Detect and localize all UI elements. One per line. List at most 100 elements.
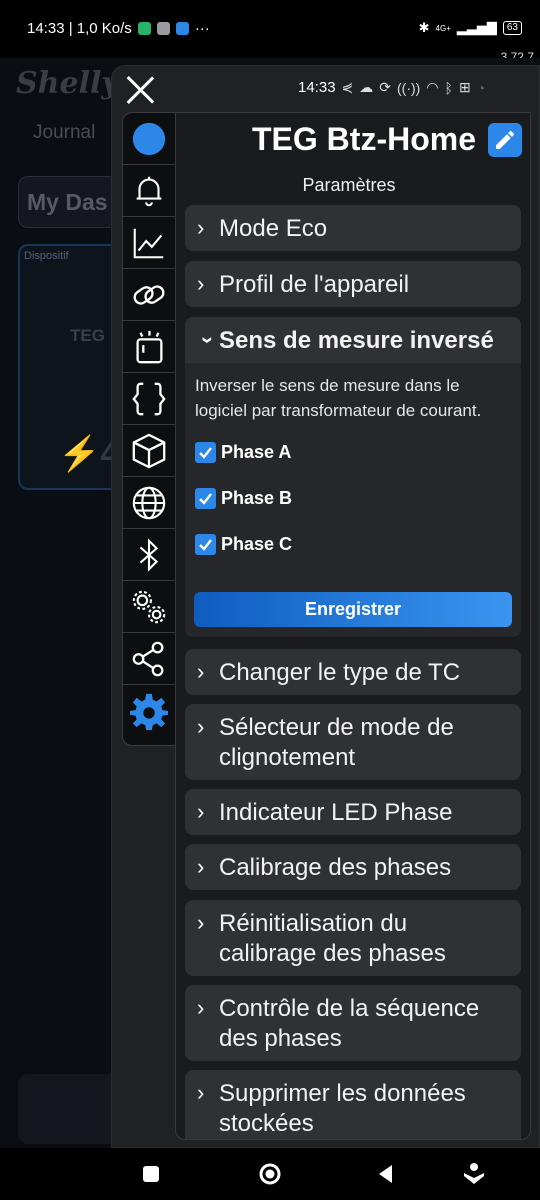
section-label: Changer le type de TC (219, 659, 461, 686)
battery-icon: 63 (502, 21, 522, 35)
chevron-right-icon: › (197, 659, 205, 684)
chevron-right-icon: › (197, 995, 205, 1020)
section-mode-eco[interactable]: › Mode Eco (185, 205, 521, 251)
close-icon[interactable] (122, 72, 158, 108)
sidebar-actions[interactable] (123, 321, 175, 373)
sidebar-bluetooth[interactable] (123, 529, 175, 581)
chevron-right-icon: › (197, 714, 205, 739)
settings-content: TEG Btz-Home Paramètres › Mode Eco › Profi… (175, 112, 531, 1140)
section-header[interactable]: › Sens de mesure inversé (185, 317, 521, 363)
home-icon[interactable] (256, 1160, 284, 1188)
ethernet-icon: ⊞ (458, 79, 471, 95)
chevron-right-icon: › (197, 271, 205, 296)
more-notifications-icon: ··· (194, 20, 210, 37)
cube-icon (132, 433, 166, 468)
chevron-right-icon: › (197, 799, 205, 824)
device-name: TEG Btz-Home (252, 121, 476, 157)
section-blink-mode[interactable]: › Sélecteur de mode de clignotement (185, 704, 521, 780)
save-button[interactable]: Enregistrer (194, 592, 512, 627)
rss-icon: ◔ (476, 79, 486, 96)
sync-icon: ⟳ (379, 79, 392, 95)
signal-icon: ▂▃▅▇ (456, 20, 497, 35)
globe-icon (132, 486, 166, 519)
bg-dashboard-label: My Das (27, 189, 108, 215)
recents-icon[interactable] (137, 1160, 165, 1188)
section-label: Mode Eco (219, 215, 328, 242)
pencil-icon (496, 130, 514, 149)
panel-status: 14:33 ⋞ ☁ ⟳ ((·)) ◠ ᛒ ⊞ ◔ (298, 79, 485, 96)
alert-box-icon (136, 330, 163, 363)
bluetooth-status-icon: ✱ (418, 20, 430, 35)
chevron-right-icon: › (197, 910, 205, 935)
bg-tab-journal: Journal (33, 122, 96, 143)
sidebar-settings[interactable] (123, 685, 175, 737)
panel-time: 14:33 (298, 79, 336, 96)
section-label: Sélecteur de mode de clignotement (219, 714, 454, 771)
status-icon (132, 122, 166, 155)
share-status-icon: ⋞ (341, 79, 354, 95)
section-label: Sens de mesure inversé (219, 327, 494, 354)
bell-icon (136, 176, 162, 206)
edit-name-button[interactable] (488, 122, 522, 157)
back-icon[interactable] (372, 1160, 400, 1188)
bg-card-title: TEG (70, 326, 105, 345)
checkbox-checked-icon[interactable] (195, 487, 216, 509)
chart-icon (133, 228, 164, 258)
chevron-right-icon: › (197, 854, 205, 879)
link-icon (133, 284, 165, 305)
section-delete-data[interactable]: › Supprimer les données stockées (185, 1070, 521, 1139)
device-sidebar (122, 112, 176, 746)
sidebar-advanced[interactable] (123, 581, 175, 633)
section-label: Contrôle de la séquence des phases (219, 995, 480, 1052)
checkbox-checked-icon[interactable] (195, 533, 216, 555)
chevron-right-icon: › (197, 1080, 205, 1105)
sidebar-sharing[interactable] (123, 633, 175, 685)
broadcast-icon: ((·)) (397, 79, 421, 96)
page-subtitle: Paramètres (302, 175, 396, 195)
app-notification-icon (137, 22, 151, 35)
share-icon (132, 641, 164, 676)
chevron-right-icon: › (197, 215, 205, 240)
bluetooth-icon (139, 537, 159, 572)
checkbox-phase-c[interactable]: Phase C (195, 521, 521, 567)
sidebar-notifications[interactable] (123, 165, 175, 217)
sidebar-scripts[interactable] (123, 373, 175, 425)
sidebar-network[interactable] (123, 477, 175, 529)
checkbox-phase-a[interactable]: Phase A (195, 429, 521, 475)
bg-logo: Shelly (16, 66, 119, 101)
cloud-icon: ☁ (359, 79, 374, 95)
checkbox-label: Phase A (221, 441, 292, 462)
device-title: TEG Btz-Home (176, 121, 522, 158)
app-notification-icon (175, 22, 189, 35)
bluetooth-icon: ᛒ (444, 79, 453, 96)
checkbox-phase-b[interactable]: Phase B (195, 475, 521, 521)
code-braces-icon (132, 382, 166, 415)
section-device-profile[interactable]: › Profil de l'appareil (185, 261, 521, 307)
checkbox-label: Phase C (221, 533, 293, 554)
assistant-icon[interactable] (460, 1160, 488, 1188)
section-calibration-reset[interactable]: › Réinitialisation du calibrage des phase… (185, 900, 521, 976)
section-led-phase[interactable]: › Indicateur LED Phase (185, 789, 521, 835)
status-bar-right: ✱ 4G+ ▂▃▅▇ 63 (419, 20, 522, 36)
section-ct-type[interactable]: › Changer le type de TC (185, 649, 521, 695)
checkbox-checked-icon[interactable] (195, 441, 216, 463)
sidebar-status[interactable] (123, 113, 175, 165)
device-panel: 14:33 ⋞ ☁ ⟳ ((·)) ◠ ᛒ ⊞ ◔ TEG Btz-Home P… (111, 65, 540, 1148)
gears-icon (132, 590, 166, 623)
section-phase-sequence[interactable]: › Contrôle de la séquence des phases (185, 985, 521, 1061)
network-type: 4G+ (435, 23, 451, 33)
sidebar-links[interactable] (123, 269, 175, 321)
section-reverse-measurement: › Sens de mesure inversé Inverser le sens… (185, 317, 521, 637)
section-phase-calibration[interactable]: › Calibrage des phases (185, 844, 521, 890)
sidebar-components[interactable] (123, 425, 175, 477)
status-bar-left: 14:33 | 1,0 Ko/s ··· (27, 20, 210, 37)
chevron-down-icon: › (196, 336, 221, 344)
section-label: Calibrage des phases (219, 854, 452, 881)
navigation-bar (0, 1148, 540, 1200)
section-description: Inverser le sens de mesure dans le logic… (195, 376, 482, 420)
sidebar-statistics[interactable] (123, 217, 175, 269)
section-label: Indicateur LED Phase (219, 799, 453, 826)
wifi-icon: ◠ (426, 79, 439, 95)
status-time-speed: 14:33 | 1,0 Ko/s (27, 20, 132, 37)
bg-card-label: Dispositif (24, 250, 69, 262)
